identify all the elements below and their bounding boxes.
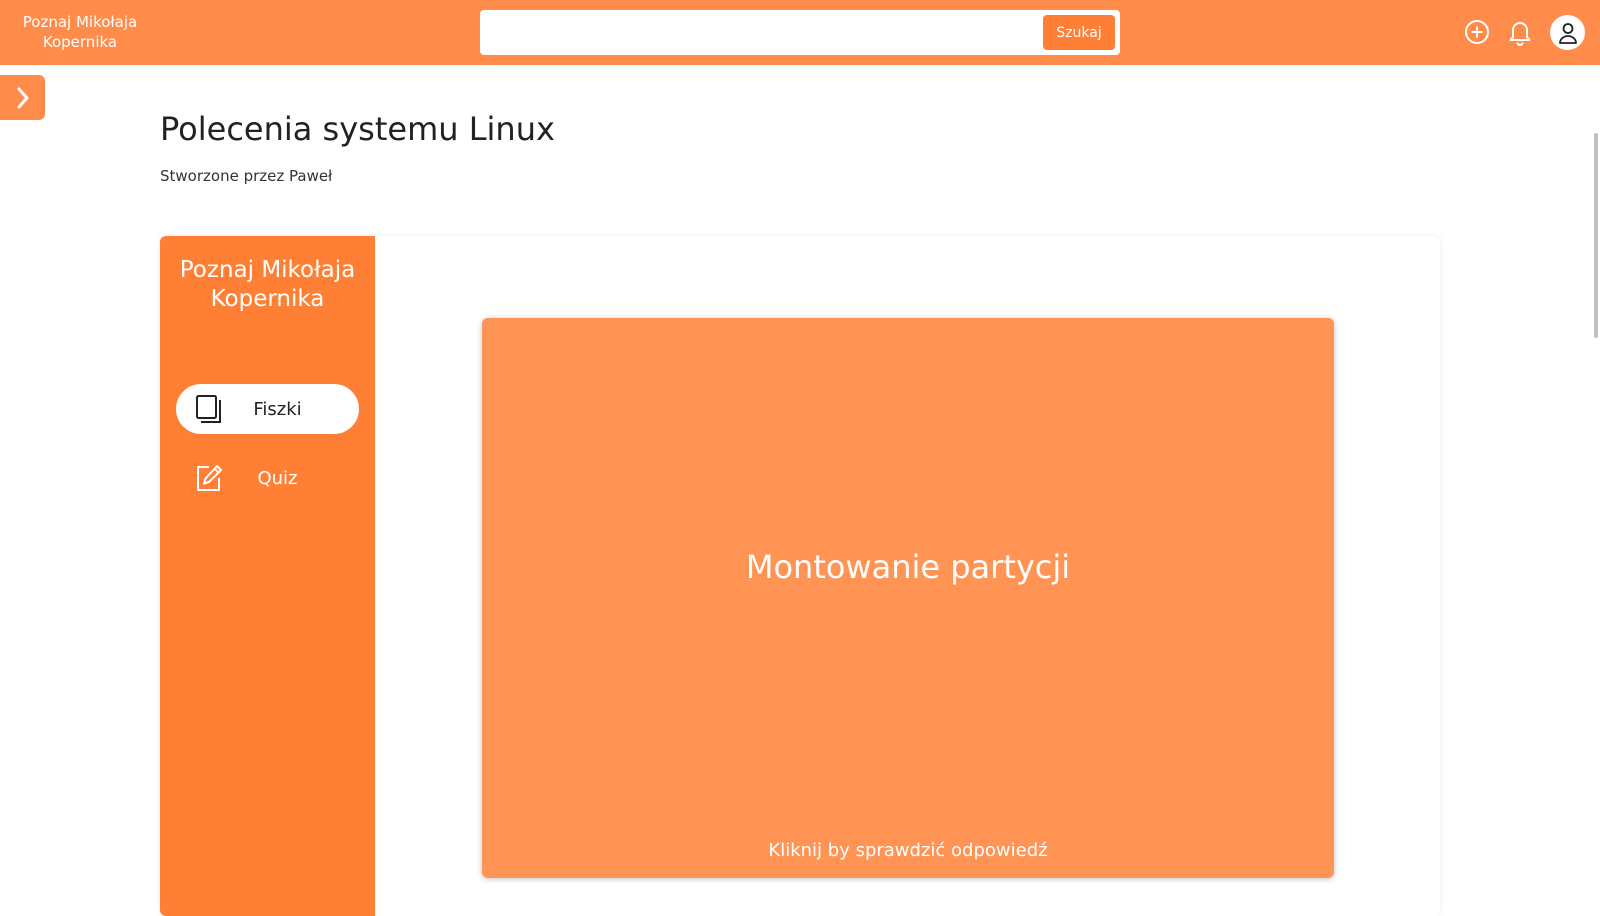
scrollbar-thumb[interactable] [1594,133,1598,338]
add-circle-icon[interactable] [1461,16,1493,48]
top-bar: Poznaj Mikołaja Kopernika Szukaj [0,0,1600,65]
user-icon[interactable] [1550,15,1585,50]
study-panel: Poznaj Mikołaja Kopernika Fiszki Quiz Mo… [160,236,1440,916]
search-bar: Szukaj [480,10,1120,55]
bell-icon[interactable] [1504,16,1536,48]
creator-label: Stworzone przez Paweł [160,167,333,185]
brand-logo-text[interactable]: Poznaj Mikołaja Kopernika [10,12,150,52]
search-input[interactable] [486,12,1046,53]
study-set-title: Poznaj Mikołaja Kopernika [179,257,356,312]
flashcards-icon [194,394,224,424]
flashcard[interactable]: Montowanie partycji Kliknij by sprawdzić… [482,318,1334,878]
menu-item-quiz[interactable]: Quiz [176,453,359,503]
edit-icon [194,463,224,493]
search-button[interactable]: Szukaj [1043,15,1115,50]
chevron-right-icon [17,87,28,108]
study-sidebar: Poznaj Mikołaja Kopernika Fiszki Quiz [160,236,375,916]
menu-item-label: Fiszki [253,398,302,420]
menu-item-flashcards[interactable]: Fiszki [176,384,359,434]
flashcard-term: Montowanie partycji [745,548,1071,586]
page-title: Polecenia systemu Linux [160,110,555,148]
flashcard-hint: Kliknij by sprawdzić odpowiedź [768,840,1048,861]
page-scrollbar[interactable] [1588,65,1600,900]
menu-item-label: Quiz [257,467,298,489]
sidebar-toggle-button[interactable] [0,75,45,120]
